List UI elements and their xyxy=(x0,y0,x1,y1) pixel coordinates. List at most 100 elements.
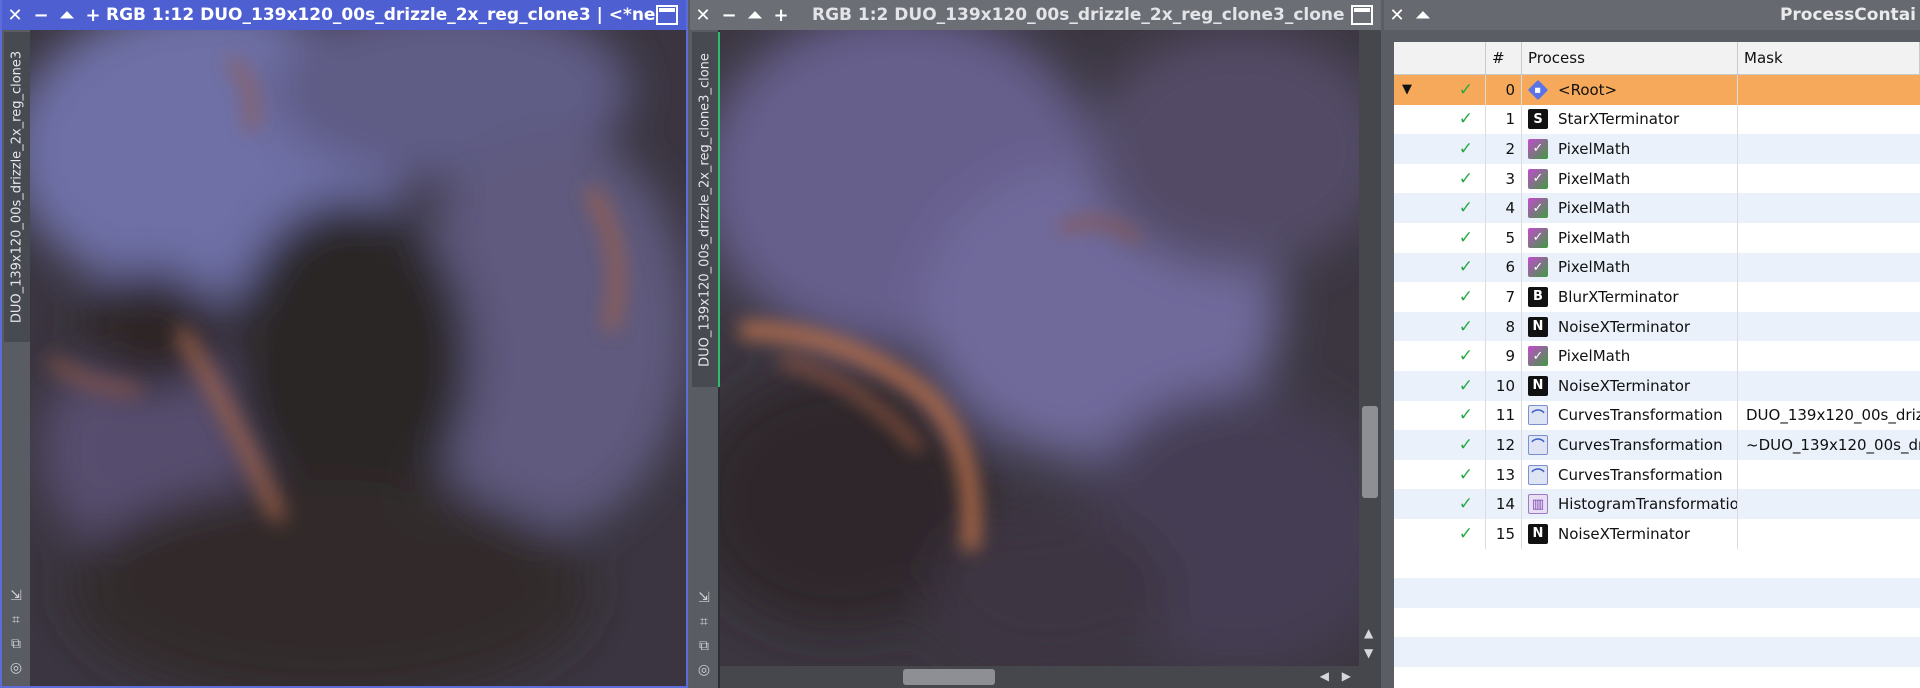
table-row[interactable]: ✓ 6 ✓ PixelMath xyxy=(1394,252,1920,283)
row-number: 7 xyxy=(1486,282,1522,312)
add-icon[interactable]: + xyxy=(768,0,794,30)
row-number: 3 xyxy=(1486,163,1522,194)
enabled-check-icon[interactable]: ✓ xyxy=(1459,435,1473,455)
enabled-check-icon[interactable]: ✓ xyxy=(1459,524,1473,544)
enabled-check-icon[interactable]: ✓ xyxy=(1459,109,1473,129)
column-header-number[interactable]: # xyxy=(1486,42,1522,74)
mask-cell xyxy=(1738,134,1920,164)
window-2-titlebar[interactable]: ✕ − ⏶ + RGB 1:2 DUO_139x120_00s_drizzle_… xyxy=(690,0,1381,30)
enabled-check-icon[interactable]: ✓ xyxy=(1459,317,1473,337)
row-number: 10 xyxy=(1486,370,1522,401)
panel-titlebar[interactable]: ✕ ⏶ ProcessContai xyxy=(1384,0,1920,30)
table-row[interactable]: ✓ 5 ✓ PixelMath xyxy=(1394,222,1920,253)
enabled-check-icon[interactable]: ✓ xyxy=(1459,198,1473,218)
view-tab-label: DUO_139x120_00s_drizzle_2x_reg_clone3_cl… xyxy=(697,52,713,367)
horizontal-scroll-thumb[interactable] xyxy=(903,669,995,685)
clone-icon[interactable]: ⧉ xyxy=(695,634,713,658)
table-row[interactable]: ✓ 10 N NoiseXTerminator xyxy=(1394,370,1920,401)
table-row[interactable]: ✓ 1 S StarXTerminator xyxy=(1394,104,1920,135)
mask-cell xyxy=(1738,253,1920,283)
shade-icon[interactable]: ⏶ xyxy=(1410,0,1436,30)
fit-view-icon[interactable]: ⇲ xyxy=(695,586,713,610)
scroll-right-icon[interactable]: ▶ xyxy=(1342,669,1351,683)
enabled-check-icon[interactable]: ✓ xyxy=(1459,465,1473,485)
target-icon[interactable]: ◎ xyxy=(7,656,25,680)
process-name: CurvesTransformation xyxy=(1558,435,1723,454)
fit-view-icon[interactable]: ⇲ xyxy=(7,584,25,608)
column-header-state[interactable] xyxy=(1394,42,1486,74)
process-name: PixelMath xyxy=(1558,258,1631,277)
image-window-1[interactable]: ✕ − ⏶ + RGB 1:12 DUO_139x120_00s_drizzle… xyxy=(0,0,688,688)
minimize-icon[interactable]: − xyxy=(28,0,54,30)
table-row[interactable]: ✓ 7 B BlurXTerminator xyxy=(1394,282,1920,312)
view-tab-clone3-clone[interactable]: DUO_139x120_00s_drizzle_2x_reg_clone3_cl… xyxy=(692,32,721,387)
expand-arrow-icon[interactable]: ▼ xyxy=(1402,82,1412,97)
enabled-check-icon[interactable]: ✓ xyxy=(1459,80,1473,100)
enabled-check-icon[interactable]: ✓ xyxy=(1459,228,1473,248)
image-window-2[interactable]: ✕ − ⏶ + RGB 1:2 DUO_139x120_00s_drizzle_… xyxy=(690,0,1381,688)
mask-cell xyxy=(1738,193,1920,223)
close-icon[interactable]: ✕ xyxy=(1384,0,1410,30)
vertical-scroll-thumb[interactable] xyxy=(1362,406,1378,498)
scroll-up-icon[interactable]: ▲ xyxy=(1364,626,1373,640)
close-icon[interactable]: ✕ xyxy=(2,0,28,30)
view-tab-clone3[interactable]: DUO_139x120_00s_drizzle_2x_reg_clone3 xyxy=(4,32,33,342)
pixelmath-icon: ✓ xyxy=(1528,168,1548,189)
nebula-image-2[interactable] xyxy=(720,30,1359,666)
table-row[interactable]: ✓ 4 ✓ PixelMath xyxy=(1394,193,1920,223)
horizontal-scrollbar[interactable]: ◀ ▶ xyxy=(720,666,1381,688)
enabled-check-icon[interactable]: ✓ xyxy=(1459,405,1473,425)
vertical-scrollbar[interactable]: ▲ ▼ xyxy=(1359,30,1381,666)
target-icon[interactable]: ◎ xyxy=(695,658,713,682)
enabled-check-icon[interactable]: ✓ xyxy=(1459,139,1473,159)
table-row[interactable]: ✓ 14 ▥ HistogramTransformation xyxy=(1394,489,1920,519)
scroll-down-icon[interactable]: ▼ xyxy=(1364,646,1373,660)
nebula-image-1[interactable] xyxy=(30,30,686,686)
add-icon[interactable]: + xyxy=(80,0,106,30)
table-row[interactable]: ✓ 3 ✓ PixelMath xyxy=(1394,163,1920,194)
scroll-left-icon[interactable]: ◀ xyxy=(1320,669,1329,683)
table-row-root[interactable]: ▼ ✓ 0 ◆ <Root> xyxy=(1394,75,1920,105)
maximize-icon[interactable] xyxy=(656,5,678,25)
zoom-extents-icon[interactable]: ⌗ xyxy=(695,610,713,634)
row-number: 11 xyxy=(1486,400,1522,431)
window-1-sidebar: DUO_139x120_00s_drizzle_2x_reg_clone3 ⇲ … xyxy=(2,30,33,686)
mask-cell xyxy=(1738,75,1920,105)
column-header-mask[interactable]: Mask xyxy=(1738,42,1920,74)
enabled-check-icon[interactable]: ✓ xyxy=(1459,376,1473,396)
maximize-icon[interactable] xyxy=(1351,5,1373,25)
column-header-process[interactable]: Process xyxy=(1522,42,1738,74)
zoom-extents-icon[interactable]: ⌗ xyxy=(7,608,25,632)
minimize-icon[interactable]: − xyxy=(716,0,742,30)
noisex-icon: N xyxy=(1528,375,1548,396)
enabled-check-icon[interactable]: ✓ xyxy=(1459,287,1473,307)
pixelmath-icon: ✓ xyxy=(1528,138,1548,159)
process-name: BlurXTerminator xyxy=(1558,287,1679,306)
shade-icon[interactable]: ⏶ xyxy=(742,0,768,30)
table-row[interactable]: ✓ 13 ⌒ CurvesTransformation xyxy=(1394,459,1920,490)
row-number: 15 xyxy=(1486,518,1522,549)
pixelmath-icon: ✓ xyxy=(1528,257,1548,278)
close-icon[interactable]: ✕ xyxy=(690,0,716,30)
clone-icon[interactable]: ⧉ xyxy=(7,632,25,656)
row-number: 2 xyxy=(1486,134,1522,164)
table-row[interactable]: ✓ 11 ⌒ CurvesTransformation DUO_139x120_00s_… xyxy=(1394,400,1920,431)
enabled-check-icon[interactable]: ✓ xyxy=(1459,494,1473,514)
window-1-titlebar[interactable]: ✕ − ⏶ + RGB 1:12 DUO_139x120_00s_drizzle… xyxy=(2,0,686,30)
table-row[interactable]: ✓ 8 N NoiseXTerminator xyxy=(1394,311,1920,342)
mask-cell xyxy=(1738,460,1920,490)
mask-cell xyxy=(1738,489,1920,519)
process-name: NoiseXTerminator xyxy=(1558,376,1691,395)
process-name: PixelMath xyxy=(1558,228,1631,247)
process-table[interactable]: # Process Mask ▼ ✓ 0 ◆ <Root> ✓ 1 S StarXTermina… xyxy=(1394,42,1920,688)
row-number: 9 xyxy=(1486,341,1522,371)
enabled-check-icon[interactable]: ✓ xyxy=(1459,169,1473,189)
enabled-check-icon[interactable]: ✓ xyxy=(1459,257,1473,277)
table-row[interactable]: ✓ 15 N NoiseXTerminator xyxy=(1394,518,1920,549)
table-row[interactable]: ✓ 9 ✓ PixelMath xyxy=(1394,341,1920,371)
process-name: CurvesTransformation xyxy=(1558,406,1723,425)
enabled-check-icon[interactable]: ✓ xyxy=(1459,346,1473,366)
table-row[interactable]: ✓ 12 ⌒ CurvesTransformation ~DUO_139x120_00s… xyxy=(1394,430,1920,460)
shade-icon[interactable]: ⏶ xyxy=(54,0,80,30)
table-row[interactable]: ✓ 2 ✓ PixelMath xyxy=(1394,134,1920,164)
